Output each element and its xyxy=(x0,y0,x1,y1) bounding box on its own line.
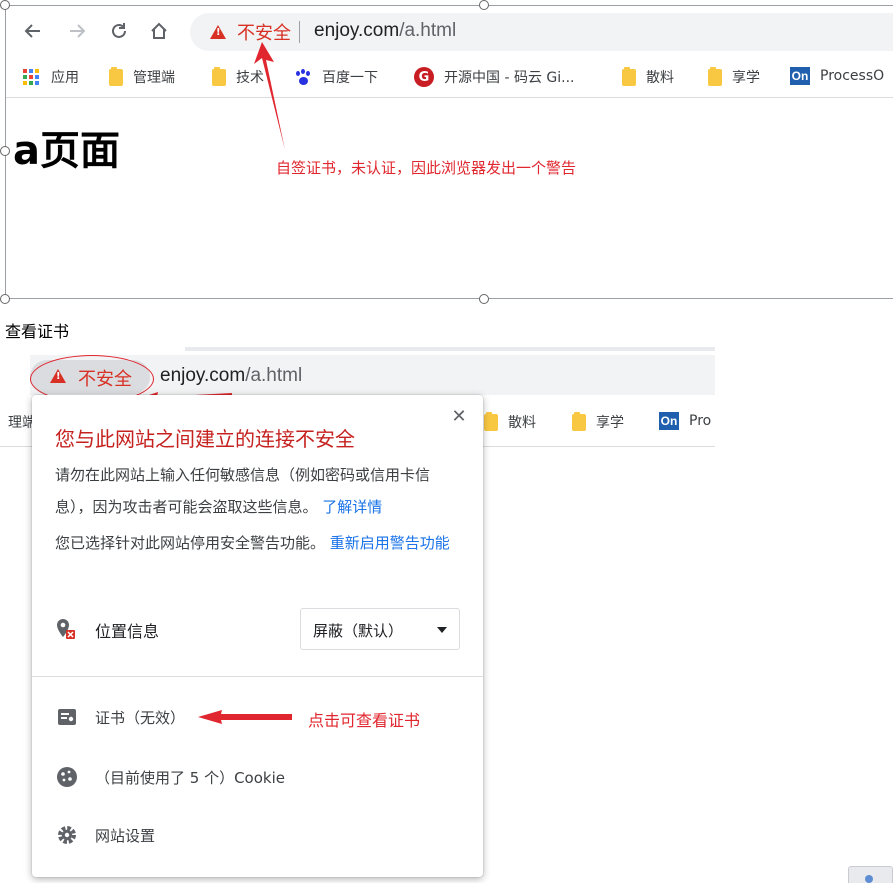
resize-handle[interactable] xyxy=(0,294,10,304)
annotation-arrow-cert xyxy=(198,710,292,724)
corner-tab[interactable] xyxy=(848,866,893,883)
resize-handle[interactable] xyxy=(479,0,489,10)
tab-favicon-icon xyxy=(865,875,873,883)
resize-handle[interactable] xyxy=(0,146,10,156)
annotation-click-cert: 点击可查看证书 xyxy=(308,711,421,730)
resize-handle[interactable] xyxy=(479,294,489,304)
resize-handle[interactable] xyxy=(0,0,10,10)
